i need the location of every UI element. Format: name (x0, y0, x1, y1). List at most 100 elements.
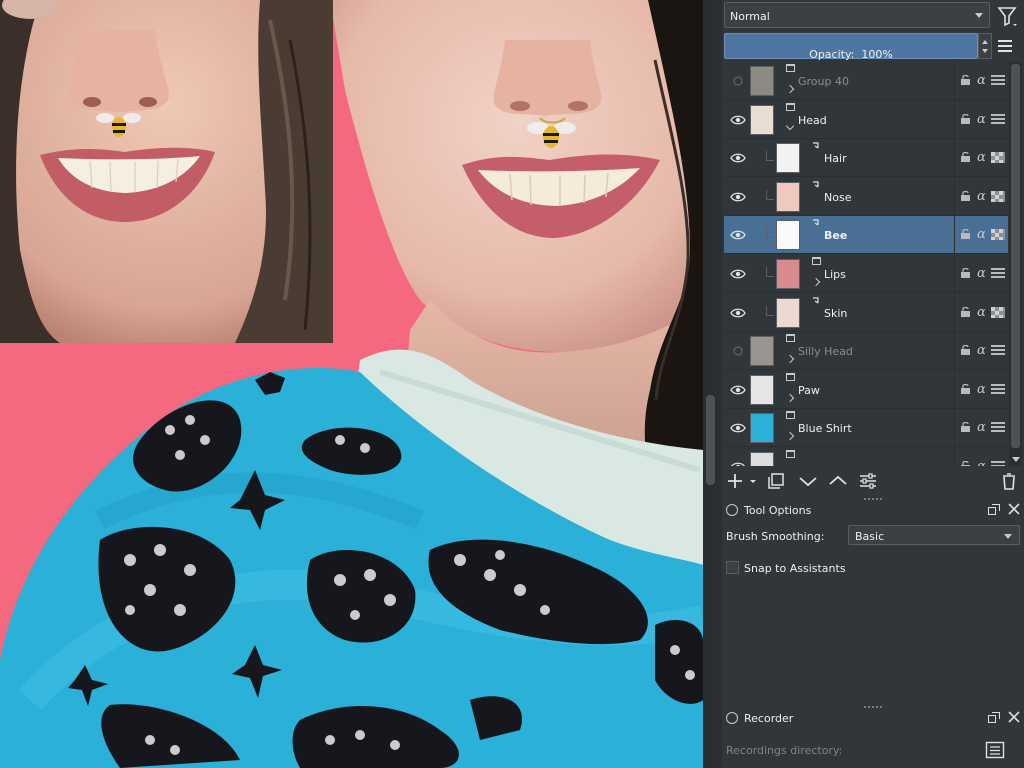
opacity-slider[interactable]: Opacity: 100% (724, 33, 978, 61)
layer-row[interactable]: Nose α (724, 177, 1008, 216)
snap-to-assistants-checkbox[interactable] (726, 561, 739, 574)
eye-icon[interactable] (730, 423, 746, 433)
eye-icon[interactable] (730, 115, 746, 125)
brush-smoothing-select[interactable]: Basic (848, 525, 1020, 545)
chevron-right-icon[interactable] (785, 84, 795, 94)
layer-thumbnail (776, 143, 800, 174)
layer-row[interactable]: Silly Head α (724, 332, 1008, 371)
chevron-right-icon[interactable] (811, 277, 821, 287)
brush-smoothing-label: Brush Smoothing: (726, 530, 825, 543)
browse-directory-icon[interactable] (984, 740, 1006, 760)
opacity-spinner[interactable] (978, 33, 992, 59)
move-down-icon[interactable] (798, 472, 818, 490)
layer-properties: α (954, 255, 1008, 293)
float-icon[interactable] (988, 712, 1000, 723)
add-layer-dropdown-icon[interactable] (748, 472, 758, 490)
eye-icon[interactable] (730, 385, 746, 395)
layer-properties: α (954, 332, 1008, 371)
eye-hidden-icon[interactable] (730, 76, 746, 86)
layer-list-scrollbar-thumb[interactable] (1011, 64, 1020, 448)
layer-row[interactable]: Head α (724, 100, 1008, 139)
lock-icon[interactable] (959, 345, 971, 356)
lock-icon[interactable] (959, 75, 971, 85)
alpha-lock-icon[interactable]: α (977, 305, 986, 320)
inherit-alpha-icon[interactable] (991, 152, 1005, 164)
layer-row[interactable]: α (724, 448, 1008, 466)
layer-properties-icon[interactable] (858, 472, 878, 490)
layer-row[interactable]: Hair α (724, 139, 1008, 178)
lock-icon[interactable] (726, 712, 738, 724)
spin-down-icon[interactable] (982, 49, 988, 53)
inherit-alpha-icon[interactable] (991, 345, 1005, 356)
chevron-right-icon[interactable] (785, 393, 795, 403)
eye-icon[interactable] (730, 192, 746, 202)
eye-hidden-icon[interactable] (730, 346, 746, 356)
lock-icon[interactable] (959, 383, 971, 394)
inherit-alpha-icon[interactable] (991, 229, 1005, 241)
folder-icon (786, 372, 795, 381)
add-layer-icon[interactable] (726, 472, 746, 490)
chevron-right-icon[interactable] (785, 354, 795, 364)
lock-icon[interactable] (726, 504, 738, 516)
inherit-alpha-icon[interactable] (991, 383, 1005, 395)
layer-row[interactable]: Skin α (724, 293, 1008, 332)
blend-mode-select[interactable]: Normal (724, 2, 990, 28)
alpha-lock-icon[interactable]: α (977, 189, 986, 204)
recordings-directory-label: Recordings directory: (726, 744, 843, 757)
eye-icon[interactable] (730, 230, 746, 240)
close-icon[interactable] (1008, 503, 1020, 515)
inherit-alpha-icon[interactable] (991, 190, 1005, 202)
eye-icon[interactable] (730, 308, 746, 318)
lock-icon[interactable] (959, 152, 971, 163)
layer-row[interactable]: Bee α (724, 216, 1008, 255)
delete-icon[interactable] (999, 472, 1019, 490)
menu-icon[interactable] (998, 40, 1012, 52)
folder-icon (786, 450, 795, 458)
lock-icon[interactable] (959, 422, 971, 433)
layer-list[interactable]: Group 40 α Head α Hair α Nose α Bee α Lips α Skin α Si… (724, 62, 1008, 466)
close-icon[interactable] (1008, 711, 1020, 723)
canvas-scrollbar-thumb[interactable] (706, 395, 715, 485)
layer-list-scrollbar[interactable] (1009, 62, 1022, 466)
float-icon[interactable] (988, 504, 1000, 515)
canvas-scrollbar[interactable] (703, 0, 718, 768)
inherit-alpha-icon[interactable] (991, 268, 1005, 279)
chevron-down-icon[interactable] (785, 121, 795, 130)
layer-row[interactable]: Lips α (724, 255, 1008, 293)
eye-icon[interactable] (730, 269, 746, 279)
alpha-lock-icon[interactable]: α (977, 73, 986, 88)
lock-icon[interactable] (959, 190, 971, 201)
alpha-lock-icon[interactable]: α (977, 343, 986, 358)
inherit-alpha-icon[interactable] (991, 306, 1005, 318)
chevron-right-icon[interactable] (785, 432, 795, 441)
folder-icon (786, 411, 795, 420)
folder-icon (786, 102, 795, 111)
lock-icon[interactable] (959, 306, 971, 317)
lock-icon[interactable] (959, 113, 971, 124)
lock-icon[interactable] (959, 268, 971, 278)
layer-properties: α (954, 216, 1008, 255)
alpha-lock-icon[interactable]: α (977, 266, 986, 281)
chevron-down-icon (1004, 534, 1012, 539)
alpha-lock-icon[interactable]: α (977, 227, 986, 242)
canvas[interactable] (0, 0, 703, 768)
alpha-lock-icon[interactable]: α (977, 112, 986, 127)
eye-icon[interactable] (730, 153, 746, 163)
scroll-down-icon[interactable] (1012, 457, 1020, 462)
layer-row[interactable]: Group 40 α (724, 62, 1008, 100)
inherit-alpha-icon[interactable] (991, 422, 1005, 433)
move-up-icon[interactable] (828, 472, 848, 490)
alpha-lock-icon[interactable]: α (977, 150, 986, 165)
layer-row[interactable]: Blue Shirt α (724, 409, 1008, 448)
right-docker-panel: Normal Opacity: 100% Group 40 α Head α Hair α… (722, 0, 1024, 768)
alpha-lock-icon[interactable]: α (977, 459, 986, 466)
alpha-lock-icon[interactable]: α (977, 420, 986, 435)
spin-up-icon[interactable] (982, 40, 988, 44)
filter-icon[interactable] (996, 4, 1018, 28)
alpha-lock-icon[interactable]: α (977, 382, 986, 397)
duplicate-icon[interactable] (766, 472, 786, 490)
inherit-alpha-icon[interactable] (991, 75, 1005, 86)
layer-row[interactable]: Paw α (724, 370, 1008, 409)
inherit-alpha-icon[interactable] (991, 113, 1005, 125)
lock-icon[interactable] (959, 229, 971, 240)
